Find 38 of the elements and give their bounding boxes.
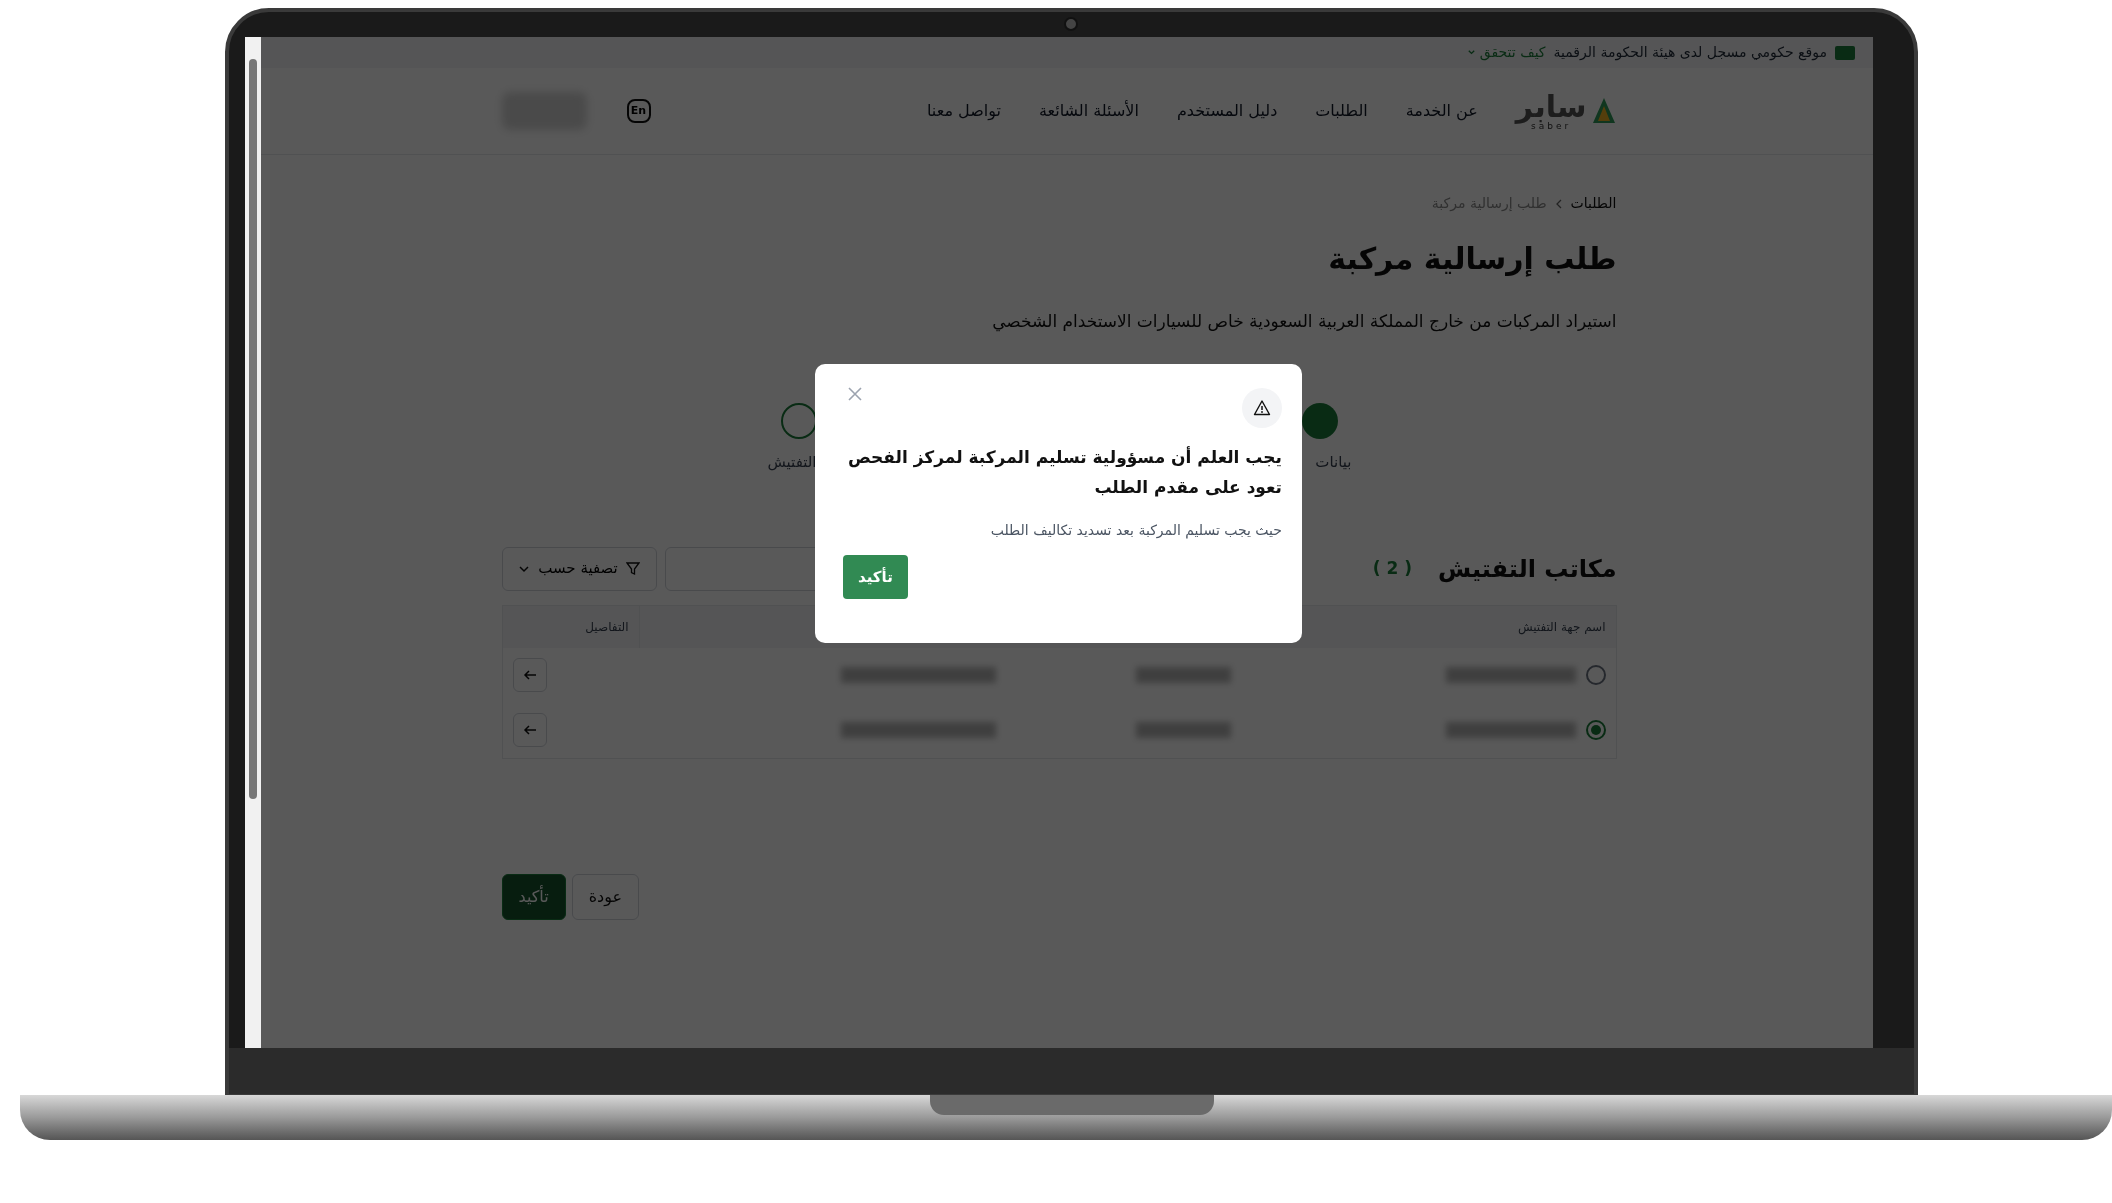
verify-link[interactable]: كيف تتحقق — [1466, 42, 1546, 63]
column-header: التفاصيل — [502, 605, 640, 648]
section-title: مكاتب التفتيش — [1438, 553, 1617, 585]
filter-icon — [625, 561, 640, 576]
count-label: ( 2 ) — [1372, 556, 1413, 580]
page-title: طلب إرسالية مركبة — [1327, 240, 1617, 279]
radio-button[interactable] — [1585, 720, 1606, 740]
logo-text: سابر — [1515, 91, 1587, 122]
arrow-button[interactable] — [512, 713, 547, 747]
confirm-button[interactable]: تأكيد — [501, 873, 566, 920]
language-button[interactable]: En — [626, 99, 651, 123]
arrow-icon — [522, 724, 537, 736]
logo-subtext: saber — [1531, 121, 1572, 131]
step-label: التفتيش — [767, 451, 817, 473]
nav-link[interactable]: دليل المستخدم — [1176, 99, 1278, 123]
step-label: بيانات — [1315, 451, 1352, 473]
page-subtitle: استيراد المركبات من خارج المملكة العربية السعودية خاص للسيارات الاستخدام الشخصي — [991, 310, 1617, 334]
chevron-icon — [1554, 198, 1563, 209]
flag-icon — [1835, 45, 1855, 60]
nav-link[interactable]: الطلبات — [1315, 99, 1368, 123]
banner-text: موقع حكومي مسجل لدى هيئة الحكومة الرقمية — [1553, 43, 1827, 63]
logo-icon — [1590, 96, 1617, 126]
arrow-icon — [522, 669, 537, 681]
confirm-button[interactable]: تأكيد — [843, 555, 908, 599]
warning-icon — [1242, 388, 1282, 428]
close-icon — [847, 386, 863, 402]
radio-button[interactable] — [1585, 665, 1606, 685]
column-header: اسم جهة التفتيش — [1516, 618, 1607, 636]
filter-button[interactable]: تصفية حسب — [501, 546, 657, 591]
back-button[interactable]: عودة — [571, 873, 639, 920]
nav-link[interactable]: الأسئلة الشائعة — [1038, 99, 1139, 123]
nav-link[interactable]: عن الخدمة — [1405, 99, 1478, 123]
breadcrumb-link[interactable]: الطلبات — [1570, 193, 1617, 214]
dialog-heading: يجب العلم أن مسؤولية تسليم المركبة لمركز الفحص تعود على مقدم الطلب — [846, 445, 1282, 499]
nav-link[interactable]: تواصل معنا — [927, 99, 1001, 123]
chevron-icon — [1466, 48, 1476, 57]
arrow-button[interactable] — [512, 658, 547, 692]
dialog-message: حيث يجب تسليم المركبة بعد تسديد تكاليف الطلب — [989, 521, 1282, 541]
